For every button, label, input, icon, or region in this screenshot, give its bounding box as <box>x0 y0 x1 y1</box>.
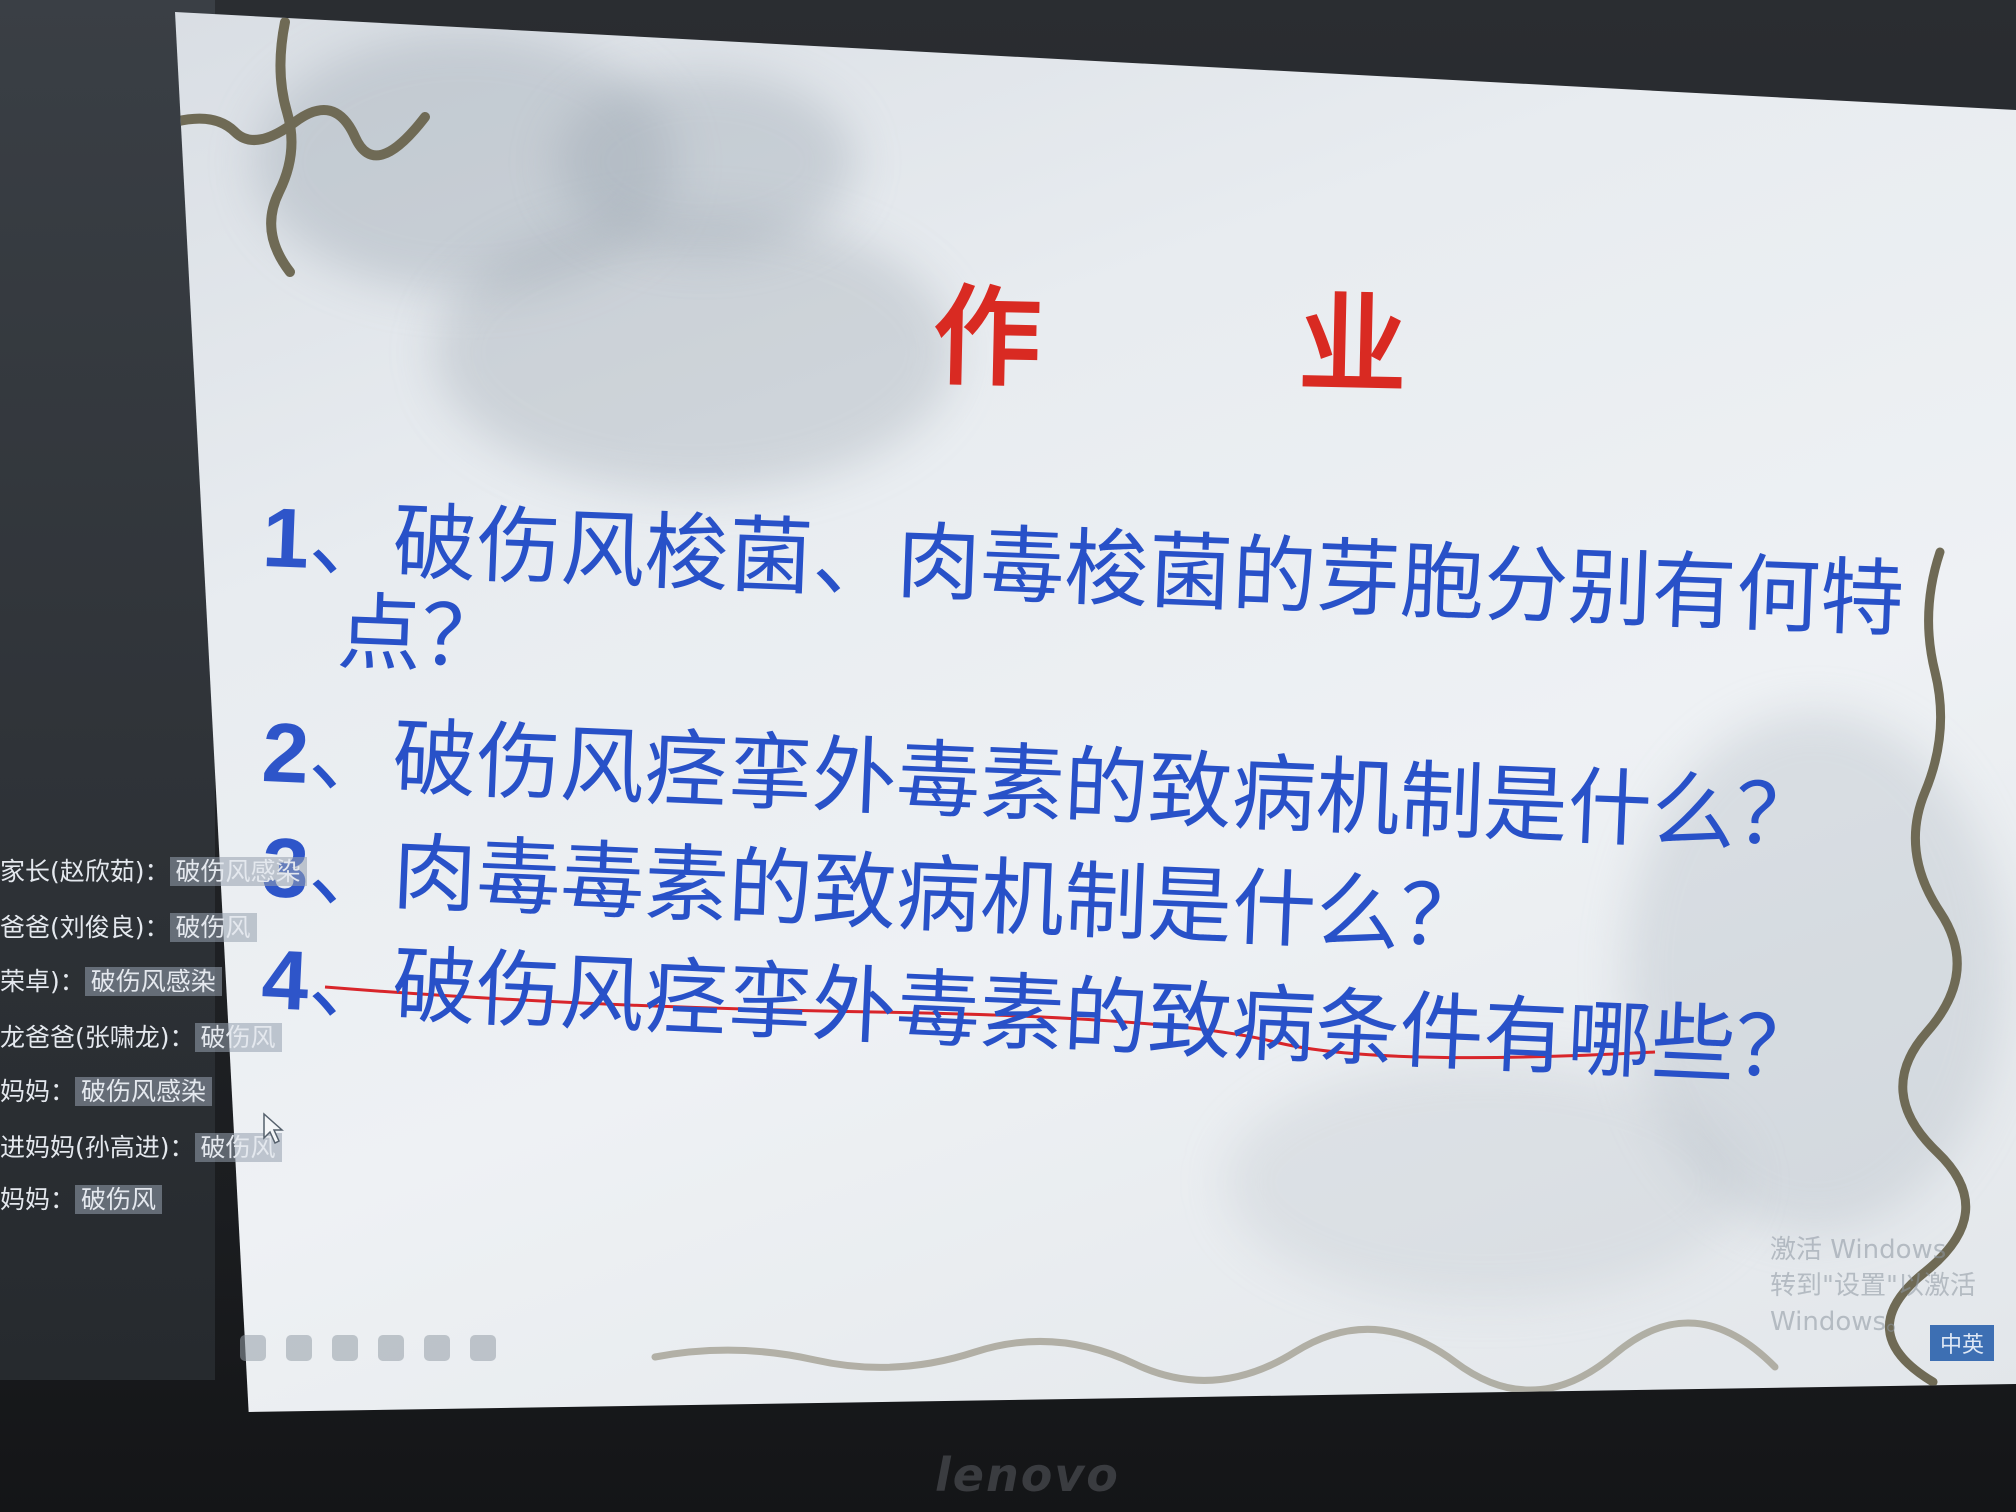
chat-sender: 荣卓)： <box>0 967 85 996</box>
homework-item-1-continuation: 点？ <box>335 582 508 688</box>
chat-text: 破伤风 <box>169 913 257 942</box>
settings-icon[interactable] <box>470 1335 496 1361</box>
item-number: 4 <box>259 931 311 1029</box>
chat-panel <box>0 0 215 1380</box>
chat-sender: 家长(赵欣茹)： <box>0 857 170 886</box>
chat-sender: 龙爸爸(张啸龙)： <box>0 1023 195 1052</box>
chat-message: 爸爸(刘俊良)： 破伤风 <box>0 908 257 948</box>
chat-sender: 妈妈： <box>0 1077 76 1106</box>
chat-message: 家长(赵欣茹)： 破伤风感染 <box>0 852 307 892</box>
chat-message: 荣卓)： 破伤风感染 <box>0 962 222 1002</box>
chat-sender: 爸爸(刘俊良)： <box>0 913 170 942</box>
chat-sender: 妈妈： <box>0 1185 76 1214</box>
item-number: 1 <box>260 489 311 586</box>
lenovo-logo: lenovo <box>935 1448 1120 1502</box>
chat-sender: 进妈妈(孙高进)： <box>0 1133 195 1162</box>
chat-text: 破伤风 <box>75 1185 163 1214</box>
chat-text: 破伤风感染 <box>75 1077 213 1106</box>
mouse-cursor-icon <box>263 1112 284 1145</box>
curve-icon[interactable] <box>286 1335 312 1361</box>
slide-title: 作 业 <box>931 273 1518 413</box>
chat-message: 妈妈： 破伤风 <box>0 1180 163 1220</box>
chat-message: 龙爸爸(张啸龙)： 破伤风 <box>0 1018 282 1058</box>
chat-message: 妈妈： 破伤风感染 <box>0 1072 213 1112</box>
eraser-icon[interactable] <box>378 1335 404 1361</box>
pen-icon[interactable] <box>240 1335 266 1361</box>
pointer-icon[interactable] <box>332 1335 358 1361</box>
chat-text: 破伤风感染 <box>169 857 307 886</box>
arrow-icon[interactable] <box>424 1335 450 1361</box>
windows-activation-watermark: 激活 Windows 转到"设置"以激活 Windows。 <box>1770 1232 2016 1340</box>
chat-text: 破伤风 <box>194 1023 282 1052</box>
ime-indicator[interactable]: 中英 <box>1930 1325 1995 1361</box>
chat-text: 破伤风感染 <box>84 967 222 996</box>
chat-message: 进妈妈(孙高进)： 破伤风 <box>0 1128 282 1168</box>
watermark-line-1: 激活 Windows <box>1770 1235 1947 1265</box>
slideshow-toolbar <box>240 1335 496 1361</box>
item-number: 2 <box>260 704 311 801</box>
